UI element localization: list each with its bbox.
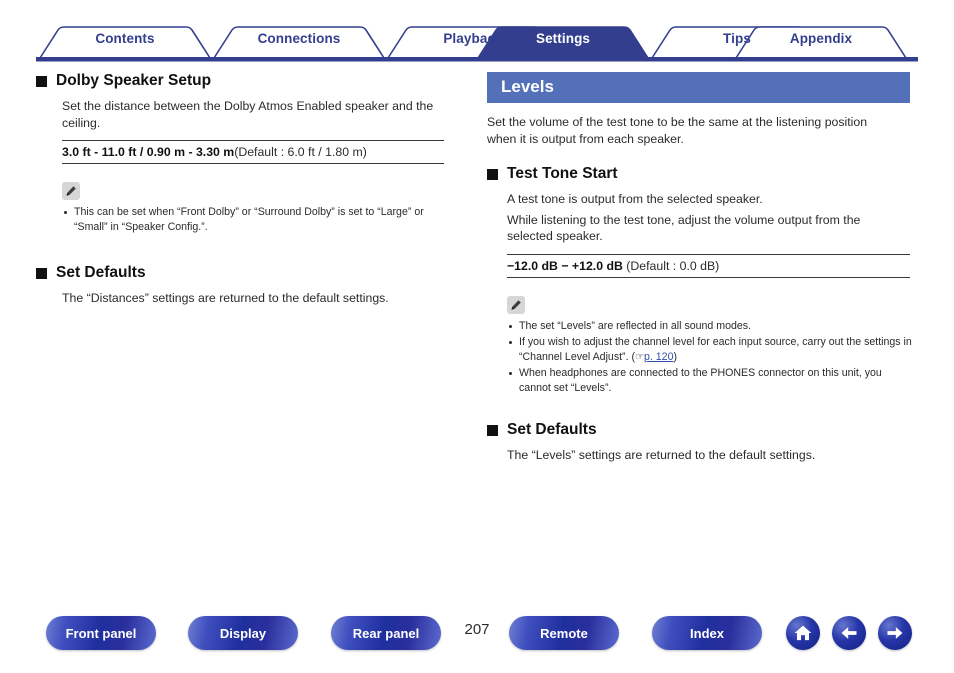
footer-nav-bar[interactable]: Front panel Display Rear panel 207 Remot… — [0, 616, 954, 658]
square-bullet-icon — [36, 75, 47, 87]
home-glyph — [794, 625, 812, 641]
note-item: The set “Levels” are reflected in all so… — [507, 319, 915, 334]
square-bullet-icon — [487, 424, 498, 436]
dolby-speaker-setup-description: Set the distance between the Dolby Atmos… — [62, 99, 434, 130]
pointing-hand-icon: ☞ — [635, 350, 645, 363]
forward-arrow-icon[interactable] — [878, 616, 912, 650]
note-item: This can be set when “Front Dolby” or “S… — [62, 205, 452, 234]
note-item-with-link: If you wish to adjust the channel level … — [507, 335, 915, 364]
tab-contents[interactable]: Contents — [60, 20, 190, 58]
index-button[interactable]: Index — [652, 616, 762, 650]
section-heading-set-defaults-right: Set Defaults — [487, 421, 917, 439]
note-item: When headphones are connected to the PHO… — [507, 366, 915, 395]
heading-text: Set Defaults — [507, 421, 597, 438]
spec-range: 3.0 ft - 11.0 ft / 0.90 m - 3.30 m — [62, 145, 235, 159]
section-heading-dolby-speaker-setup: Dolby Speaker Setup — [36, 72, 466, 90]
note-text: If you wish to adjust the channel level … — [519, 336, 912, 363]
home-icon[interactable] — [786, 616, 820, 650]
spec-default: (Default : 0.0 dB) — [626, 258, 720, 273]
note-list: The set “Levels” are reflected in all so… — [507, 319, 917, 396]
tab-appendix[interactable]: Appendix — [756, 20, 886, 58]
spec-default: (Default : 6.0 ft / 1.80 m) — [234, 145, 367, 159]
back-arrow-icon[interactable] — [832, 616, 866, 650]
set-defaults-description-left: The “Distances” settings are returned to… — [62, 291, 389, 305]
levels-description: Set the volume of the test tone to be th… — [487, 115, 868, 146]
tab-connections[interactable]: Connections — [234, 20, 364, 58]
section-heading-test-tone-start: Test Tone Start — [487, 165, 917, 183]
pencil-glyph — [511, 299, 521, 310]
note-text-after: ) — [673, 350, 678, 363]
note-block-dolby: This can be set when “Front Dolby” or “S… — [62, 182, 466, 234]
pencil-icon — [62, 182, 80, 200]
test-tone-paragraph-2: While listening to the test tone, adjust… — [507, 212, 861, 244]
left-column: Dolby Speaker Setup Set the distance bet… — [36, 72, 466, 311]
dolby-speaker-setup-spec: 3.0 ft - 11.0 ft / 0.90 m - 3.30 m(Defau… — [62, 140, 444, 164]
forward-arrow-glyph — [887, 627, 903, 639]
tab-settings[interactable]: Settings — [498, 20, 628, 58]
test-tone-spec: −12.0 dB − +12.0 dB (Default : 0.0 dB) — [507, 253, 910, 278]
page-reference-link[interactable]: p. 120 — [644, 351, 673, 363]
section-heading-set-defaults-left: Set Defaults — [36, 264, 466, 282]
right-column: Levels Set the volume of the test tone t… — [487, 72, 917, 468]
square-bullet-icon — [36, 267, 47, 279]
test-tone-paragraph-1: A test tone is output from the selected … — [507, 192, 763, 206]
levels-banner: Levels — [487, 72, 910, 103]
display-button[interactable]: Display — [188, 616, 298, 650]
spec-range: −12.0 dB − +12.0 dB — [507, 258, 623, 273]
main-tab-bar[interactable]: Contents Connections Playback Settings T… — [36, 20, 918, 62]
front-panel-button[interactable]: Front panel — [46, 616, 156, 650]
heading-text: Dolby Speaker Setup — [56, 72, 212, 89]
heading-text: Set Defaults — [56, 264, 146, 281]
pencil-glyph — [66, 186, 76, 196]
set-defaults-description-right: The “Levels” settings are returned to th… — [507, 448, 816, 462]
page-number: 207 — [464, 621, 490, 638]
heading-text: Test Tone Start — [507, 165, 618, 182]
note-block-levels: The set “Levels” are reflected in all so… — [507, 295, 917, 396]
pencil-icon — [507, 295, 525, 314]
square-bullet-icon — [487, 168, 498, 180]
note-list: This can be set when “Front Dolby” or “S… — [62, 205, 466, 234]
back-arrow-glyph — [841, 627, 857, 639]
rear-panel-button[interactable]: Rear panel — [331, 616, 441, 650]
remote-button[interactable]: Remote — [509, 616, 619, 650]
